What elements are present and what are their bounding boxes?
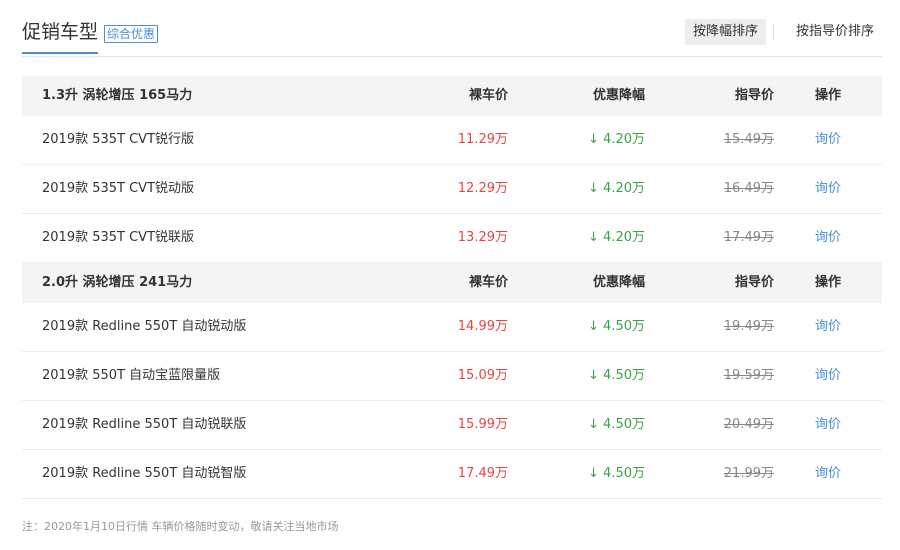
inquire-price-link[interactable]: 询价 — [815, 303, 841, 351]
sale-price: 15.99万 — [457, 417, 508, 432]
inquire-price-link[interactable]: 询价 — [815, 165, 841, 213]
down-arrow-icon: ↓ — [588, 466, 600, 481]
down-arrow-icon: ↓ — [588, 368, 600, 383]
column-header-guide: 指导价 — [734, 275, 774, 290]
down-arrow-icon: ↓ — [588, 319, 600, 334]
engine-spec-label: 2.0升 涡轮增压 241马力 — [42, 275, 193, 290]
guide-price: 15.49万 — [723, 132, 774, 147]
discount-amount: 4.50万 — [603, 319, 645, 334]
column-header-operation: 操作 — [815, 88, 842, 103]
sort-by-guide-price-button[interactable]: 按指导价排序 — [788, 19, 882, 45]
guide-price: 21.99万 — [723, 466, 774, 481]
sale-price: 17.49万 — [457, 466, 508, 481]
discount-amount: 4.50万 — [603, 368, 645, 383]
sale-price: 13.29万 — [457, 230, 508, 245]
group-header-1: 1.3升 涡轮增压 165马力 裸车价 优惠降幅 指导价 操作 — [22, 76, 882, 116]
table-row: 2019款 535T CVT锐动版 12.29万 ↓ 4.20万 16.49万 询… — [22, 165, 882, 214]
comprehensive-discount-badge: 综合优惠 — [104, 25, 159, 43]
table-row: 2019款 Redline 550T 自动锐联版 15.99万 ↓ 4.50万 2… — [22, 401, 882, 450]
page-title: 促销车型 — [22, 20, 99, 54]
promo-table: 1.3升 涡轮增压 165马力 裸车价 优惠降幅 指导价 操作 2019款 53… — [22, 76, 882, 499]
discount-value: ↓ 4.50万 — [588, 352, 645, 400]
table-row: 2019款 Redline 550T 自动锐动版 14.99万 ↓ 4.50万 1… — [22, 303, 882, 352]
inquire-price-link[interactable]: 询价 — [815, 450, 841, 498]
sale-price: 15.09万 — [457, 368, 508, 383]
column-header-price: 裸车价 — [468, 275, 508, 290]
column-header-price: 裸车价 — [468, 88, 508, 103]
table-row: 2019款 550T 自动宝蓝限量版 15.09万 ↓ 4.50万 19.59万 … — [22, 352, 882, 401]
column-header-operation: 操作 — [815, 275, 842, 290]
model-name[interactable]: 2019款 535T CVT锐动版 — [42, 165, 194, 213]
model-name[interactable]: 2019款 Redline 550T 自动锐联版 — [42, 401, 246, 449]
discount-value: ↓ 4.20万 — [588, 214, 645, 262]
table-row: 2019款 Redline 550T 自动锐智版 17.49万 ↓ 4.50万 2… — [22, 450, 882, 499]
model-name[interactable]: 2019款 535T CVT锐行版 — [42, 116, 194, 164]
sale-price: 12.29万 — [457, 181, 508, 196]
discount-value: ↓ 4.50万 — [588, 450, 645, 498]
down-arrow-icon: ↓ — [588, 417, 600, 432]
group-header-2: 2.0升 涡轮增压 241马力 裸车价 优惠降幅 指导价 操作 — [22, 263, 882, 303]
down-arrow-icon: ↓ — [588, 230, 600, 245]
discount-amount: 4.50万 — [603, 466, 645, 481]
promo-panel: 促销车型 综合优惠 按降幅排序 按指导价排序 1.3升 涡轮增压 165马力 裸… — [22, 0, 882, 499]
model-name[interactable]: 2019款 550T 自动宝蓝限量版 — [42, 352, 220, 400]
inquire-price-link[interactable]: 询价 — [815, 352, 841, 400]
discount-amount: 4.20万 — [603, 132, 645, 147]
inquire-price-link[interactable]: 询价 — [815, 116, 841, 164]
discount-amount: 4.50万 — [603, 417, 645, 432]
discount-value: ↓ 4.50万 — [588, 303, 645, 351]
discount-value: ↓ 4.20万 — [588, 165, 645, 213]
model-name[interactable]: 2019款 535T CVT锐联版 — [42, 214, 194, 262]
column-header-discount: 优惠降幅 — [592, 275, 645, 290]
column-header-discount: 优惠降幅 — [592, 88, 645, 103]
guide-price: 16.49万 — [723, 181, 774, 196]
sort-by-discount-button[interactable]: 按降幅排序 — [684, 19, 766, 45]
down-arrow-icon: ↓ — [588, 132, 600, 147]
discount-value: ↓ 4.50万 — [588, 401, 645, 449]
guide-price: 20.49万 — [723, 417, 774, 432]
guide-price: 19.59万 — [723, 368, 774, 383]
discount-value: ↓ 4.20万 — [588, 116, 645, 164]
model-name[interactable]: 2019款 Redline 550T 自动锐动版 — [42, 303, 246, 351]
guide-price: 19.49万 — [723, 319, 774, 334]
column-header-guide: 指导价 — [734, 88, 774, 103]
sort-divider — [773, 25, 774, 39]
inquire-price-link[interactable]: 询价 — [815, 401, 841, 449]
table-row: 2019款 535T CVT锐行版 11.29万 ↓ 4.20万 15.49万 询… — [22, 116, 882, 165]
engine-spec-label: 1.3升 涡轮增压 165马力 — [42, 88, 193, 103]
down-arrow-icon: ↓ — [588, 181, 600, 196]
inquire-price-link[interactable]: 询价 — [815, 214, 841, 262]
model-name[interactable]: 2019款 Redline 550T 自动锐智版 — [42, 450, 246, 498]
table-row: 2019款 535T CVT锐联版 13.29万 ↓ 4.20万 17.49万 询… — [22, 214, 882, 263]
guide-price: 17.49万 — [723, 230, 774, 245]
discount-amount: 4.20万 — [603, 230, 645, 245]
sale-price: 11.29万 — [457, 132, 508, 147]
discount-amount: 4.20万 — [603, 181, 645, 196]
panel-header: 促销车型 综合优惠 按降幅排序 按指导价排序 — [22, 0, 882, 57]
market-disclaimer: 注：2020年1月10日行情 车辆价格随时变动，敬请关注当地市场 — [22, 520, 339, 533]
sale-price: 14.99万 — [457, 319, 508, 334]
